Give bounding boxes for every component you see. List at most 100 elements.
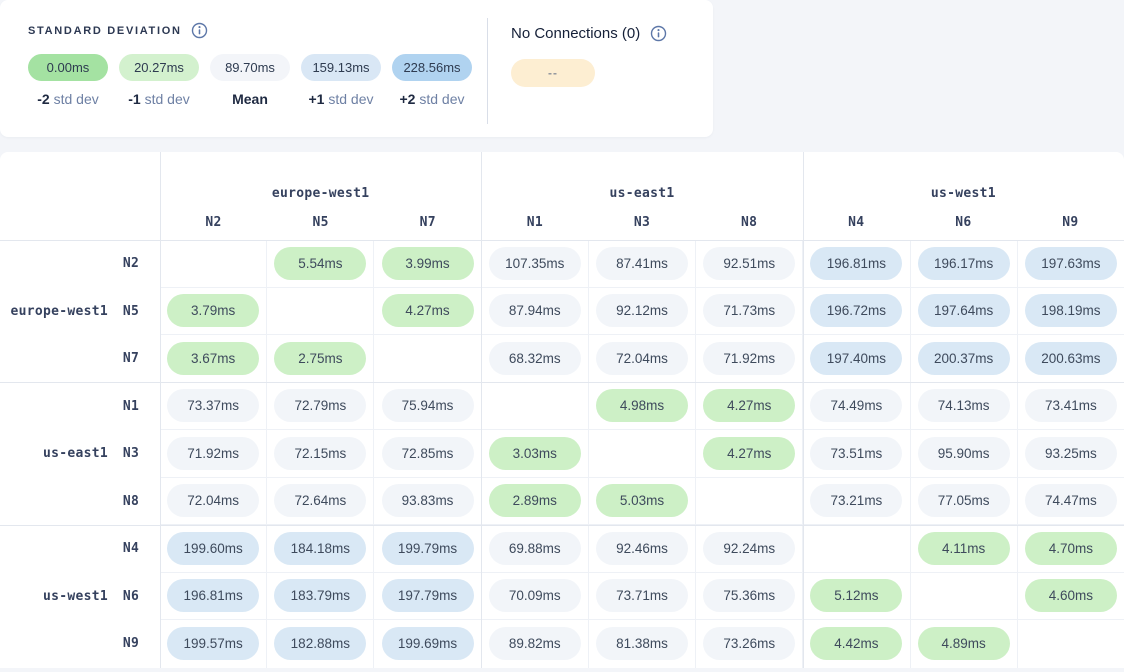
row-header: europe-west1N5 bbox=[0, 288, 160, 336]
latency-cell: 89.82ms bbox=[482, 620, 589, 668]
latency-cell: 73.71ms bbox=[589, 573, 696, 621]
latency-pill: 2.89ms bbox=[489, 484, 581, 517]
latency-cell: 4.98ms bbox=[589, 383, 696, 431]
latency-pill: 197.63ms bbox=[1025, 247, 1117, 280]
matrix-row-n5: europe-west1N53.79ms 4.27ms 87.94ms 92.12ms… bbox=[0, 288, 1124, 336]
latency-pill: 68.32ms bbox=[489, 342, 581, 375]
latency-cell: 199.57ms bbox=[160, 620, 267, 668]
latency-pill: 92.12ms bbox=[596, 294, 688, 327]
legend-label-strong: Mean bbox=[232, 91, 268, 107]
latency-cell: 196.81ms bbox=[160, 573, 267, 621]
latency-cell: 75.94ms bbox=[374, 383, 481, 431]
column-header-n6: N6 bbox=[910, 215, 1017, 230]
latency-pill: 77.05ms bbox=[918, 484, 1010, 517]
latency-cell: 196.17ms bbox=[911, 240, 1018, 288]
latency-pill: 92.51ms bbox=[703, 247, 795, 280]
legend-stop: 20.27ms-1 std dev bbox=[119, 54, 199, 107]
latency-cell: 4.42ms bbox=[803, 620, 910, 668]
latency-cell: 183.79ms bbox=[267, 573, 374, 621]
legend-label-strong: +2 bbox=[400, 91, 416, 107]
latency-pill: 184.18ms bbox=[274, 532, 366, 565]
latency-pill: 73.37ms bbox=[167, 389, 259, 422]
latency-cell bbox=[1018, 620, 1124, 668]
row-header-n9: N9 bbox=[108, 636, 154, 651]
latency-pill: 87.94ms bbox=[489, 294, 581, 327]
matrix-row-n9: N9199.57ms182.88ms199.69ms89.82ms81.38ms… bbox=[0, 620, 1124, 668]
latency-pill: 72.64ms bbox=[274, 484, 366, 517]
latency-pill: 5.03ms bbox=[596, 484, 688, 517]
latency-pill: 197.40ms bbox=[810, 342, 902, 375]
latency-cell: 2.75ms bbox=[267, 335, 374, 383]
latency-pill: 74.13ms bbox=[918, 389, 1010, 422]
latency-pill: 4.11ms bbox=[918, 532, 1010, 565]
latency-pill: 69.88ms bbox=[489, 532, 581, 565]
column-group-us-west1: us-west1N4N6N9 bbox=[803, 152, 1124, 240]
latency-cell: 68.32ms bbox=[482, 335, 589, 383]
latency-cell: 107.35ms bbox=[482, 240, 589, 288]
latency-cell: 73.26ms bbox=[696, 620, 803, 668]
latency-pill: 95.90ms bbox=[918, 437, 1010, 470]
legend-stop: 89.70msMean bbox=[210, 54, 290, 107]
no-connections-info-icon[interactable] bbox=[650, 25, 667, 42]
latency-pill: 198.19ms bbox=[1025, 294, 1117, 327]
latency-pill: 5.12ms bbox=[810, 579, 902, 612]
latency-pill: 196.17ms bbox=[918, 247, 1010, 280]
column-header-n4: N4 bbox=[803, 215, 910, 230]
legend-stop-label: -1 std dev bbox=[128, 91, 189, 107]
latency-pill: 92.46ms bbox=[596, 532, 688, 565]
matrix-row-n2: N25.54ms3.99ms107.35ms87.41ms92.51ms196.… bbox=[0, 240, 1124, 288]
latency-cell: 74.47ms bbox=[1018, 478, 1124, 526]
latency-cell: 74.49ms bbox=[803, 383, 910, 431]
row-header: us-east1N3 bbox=[0, 430, 160, 478]
latency-pill: 199.79ms bbox=[382, 532, 474, 565]
legend-label-strong: +1 bbox=[309, 91, 325, 107]
latency-cell: 196.81ms bbox=[803, 240, 910, 288]
latency-pill: 182.88ms bbox=[274, 627, 366, 660]
latency-pill: 73.26ms bbox=[703, 627, 795, 660]
no-connections-section: No Connections (0) -- bbox=[511, 23, 667, 87]
latency-pill: 73.71ms bbox=[596, 579, 688, 612]
latency-pill: 4.27ms bbox=[382, 294, 474, 327]
latency-cell: 197.79ms bbox=[374, 573, 481, 621]
latency-cell: 75.36ms bbox=[696, 573, 803, 621]
latency-pill: 3.79ms bbox=[167, 294, 259, 327]
stddev-legend-title: STANDARD DEVIATION bbox=[28, 25, 182, 37]
row-header-n3: N3 bbox=[108, 446, 154, 461]
group-separator-horizontal bbox=[0, 525, 1124, 526]
matrix-row-n4: N4199.60ms 184.18ms 199.79ms 69.88ms 92.46ms… bbox=[0, 525, 1124, 573]
latency-pill: 5.54ms bbox=[274, 247, 366, 280]
latency-cell: 72.64ms bbox=[267, 478, 374, 526]
latency-cell: 5.12ms bbox=[803, 573, 910, 621]
latency-cell: 93.25ms bbox=[1018, 430, 1124, 478]
row-header: N2 bbox=[0, 240, 160, 288]
latency-cell: 87.94ms bbox=[482, 288, 589, 336]
latency-pill: 199.69ms bbox=[382, 627, 474, 660]
latency-cell: 4.70ms bbox=[1018, 525, 1124, 573]
latency-cell: 73.51ms bbox=[803, 430, 910, 478]
group-separator-vertical bbox=[160, 152, 161, 668]
legend-label-muted: std dev bbox=[415, 91, 464, 107]
latency-cell: 4.89ms bbox=[911, 620, 1018, 668]
latency-pill: 4.70ms bbox=[1025, 532, 1117, 565]
row-header: N4 bbox=[0, 525, 160, 573]
legend-pill: 228.56ms bbox=[392, 54, 472, 81]
legend-label-strong: -2 bbox=[37, 91, 49, 107]
latency-cell: 4.60ms bbox=[1018, 573, 1124, 621]
column-header-n1: N1 bbox=[481, 215, 588, 230]
latency-pill: 73.21ms bbox=[810, 484, 902, 517]
latency-pill: 197.79ms bbox=[382, 579, 474, 612]
latency-pill: 93.83ms bbox=[382, 484, 474, 517]
latency-pill: 199.60ms bbox=[167, 532, 259, 565]
legend-pill: 0.00ms bbox=[28, 54, 108, 81]
stddev-info-icon[interactable] bbox=[191, 22, 208, 39]
matrix-corner bbox=[0, 152, 160, 240]
row-header-n5: N5 bbox=[108, 304, 154, 319]
latency-pill: 72.04ms bbox=[167, 484, 259, 517]
latency-cell: 200.63ms bbox=[1018, 335, 1124, 383]
matrix-row-n1: N173.37ms72.79ms75.94ms4.98ms4.27ms74.49… bbox=[0, 383, 1124, 431]
latency-pill: 71.92ms bbox=[703, 342, 795, 375]
row-header-n7: N7 bbox=[108, 351, 154, 366]
legend-stop-label: -2 std dev bbox=[37, 91, 98, 107]
no-connections-title: No Connections (0) bbox=[511, 25, 640, 42]
legend-label-muted: std dev bbox=[50, 91, 99, 107]
